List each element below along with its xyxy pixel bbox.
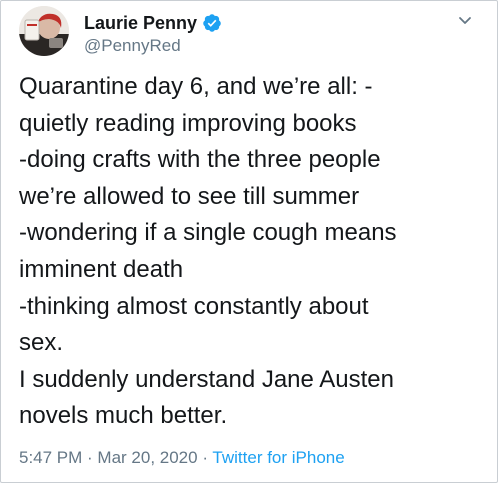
author-handle[interactable]: @PennyRed: [84, 36, 181, 56]
tweet-meta: 5:47 PM · Mar 20, 2020 · Twitter for iPh…: [19, 448, 345, 468]
meta-separator: ·: [197, 448, 213, 467]
tweet-line: quietly reading improving books: [19, 109, 357, 137]
tweet-line: -wondering if a single cough means: [19, 219, 397, 247]
tweet-time[interactable]: 5:47 PM: [19, 448, 82, 467]
avatar-image: [19, 6, 69, 56]
tweet-line: -thinking almost constantly about: [19, 292, 369, 320]
tweet-card: Laurie Penny @PennyRed Quarantine day 6,…: [0, 0, 498, 483]
tweet-line: Quarantine day 6, and we’re all: -: [19, 73, 373, 100]
chevron-down-icon[interactable]: [455, 11, 475, 31]
meta-separator: ·: [82, 448, 98, 467]
avatar[interactable]: [19, 6, 69, 56]
verified-badge-icon: [202, 13, 222, 33]
author-name[interactable]: Laurie Penny: [84, 13, 197, 34]
tweet-line: imminent death: [19, 255, 184, 283]
tweet-line: I suddenly understand Jane Austen: [19, 365, 394, 393]
tweet-date[interactable]: Mar 20, 2020: [97, 448, 197, 467]
tweet-source-link[interactable]: Twitter for iPhone: [212, 448, 344, 467]
author-row: Laurie Penny: [84, 12, 222, 34]
tweet-line: novels much better.: [19, 402, 228, 430]
tweet-line: sex.: [19, 329, 64, 357]
tweet-line: we’re allowed to see till summer: [19, 182, 360, 210]
tweet-text: Quarantine day 6, and we’re all: - quiet…: [19, 69, 489, 435]
tweet-line: -doing crafts with the three people: [19, 146, 381, 174]
